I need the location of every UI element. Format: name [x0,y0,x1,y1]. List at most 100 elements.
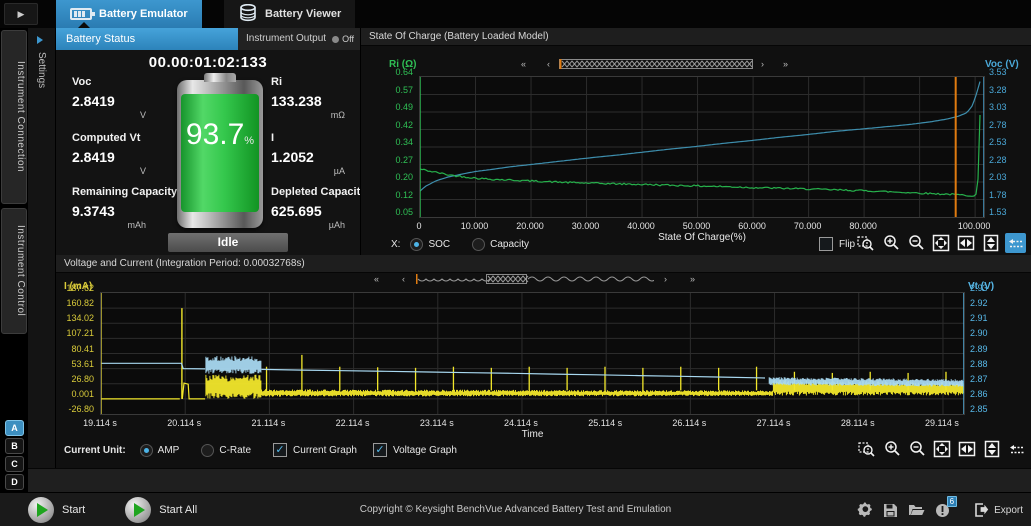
battery-status-header[interactable]: Battery Status [56,28,238,50]
scroll-left-icon[interactable]: ‹ [547,59,550,69]
sidebar-item-instrument-control[interactable]: Instrument Control [1,208,27,334]
tick-label: 22.114 s [336,418,370,428]
settings-gear-icon[interactable] [857,502,873,518]
tick-label: 2.88 [970,359,988,369]
capacity-radio[interactable]: Capacity [472,238,529,251]
autoscale-icon[interactable] [1005,233,1026,253]
vi-plot-area[interactable] [100,292,965,415]
voltage-graph-checkbox[interactable]: ✓ [373,443,387,457]
stat-label: Remaining Capacity [72,186,177,198]
tick-label: 25.114 s [588,418,622,428]
channel-c-button[interactable]: C [5,456,24,472]
sidebar-item-settings[interactable]: Settings [36,52,47,88]
tick-label: 24.114 s [504,418,538,428]
scroll-right-icon[interactable]: › [664,274,667,284]
vi-chart-scrollbar[interactable]: « ‹ › » [374,273,704,285]
zoom-box-icon[interactable] [856,439,877,459]
scroll-far-right-icon[interactable]: » [783,59,788,69]
stat-value: 9.3743 [72,203,177,219]
scroll-track[interactable] [416,273,654,285]
sidebar-item-instrument-connection[interactable]: Instrument Connection [1,30,27,204]
tick-label: 53.61 [71,359,94,369]
scroll-track[interactable] [559,58,753,70]
expand-all-icon[interactable] [930,233,951,253]
tick-label: 3.03 [989,102,1007,112]
radio-label: C-Rate [219,445,251,456]
expand-vertical-icon[interactable] [981,439,1002,459]
scroll-far-left-icon[interactable]: « [521,59,526,69]
left-rail: Instrument Connection Instrument Control… [0,28,28,490]
tick-label: 23.114 s [420,418,454,428]
tick-label: 3.28 [989,85,1007,95]
bottom-spacer [28,468,1031,492]
soc-radio[interactable]: SOC [410,238,450,251]
soc-plot-area[interactable] [419,76,985,218]
tick-label: 2.90 [970,328,988,338]
checkbox-label: Voltage Graph [393,445,457,456]
autoscale-icon[interactable] [1006,439,1027,459]
zoom-box-icon[interactable] [855,233,876,253]
tick-label: 0.34 [395,137,413,147]
tick-label: 0.001 [71,389,94,399]
start-all-button[interactable]: Start All [125,497,197,523]
export-button[interactable]: Export [974,503,1023,517]
tick-label: 2.92 [970,298,988,308]
tick-label: 0.05 [395,207,413,217]
c-rate-radio[interactable]: C-Rate [201,444,251,457]
scroll-right-icon[interactable]: › [761,59,764,69]
soc-controls: X: SOC Capacity [391,234,551,254]
computed-vt-stat: Computed Vt 2.8419 V [72,132,146,176]
tick-label: 134.02 [66,313,94,323]
soc-chart-panel: State Of Charge (Battery Loaded Model) «… [360,28,1031,255]
stat-label: Voc [72,76,146,88]
zoom-in-icon[interactable] [881,439,902,459]
tick-label: -26.80 [68,404,94,414]
play-icon [125,497,151,523]
output-state-toggle[interactable]: Off [332,28,354,50]
zoom-in-icon[interactable] [880,233,901,253]
channel-b-button[interactable]: B [5,438,24,454]
scroll-left-icon[interactable]: ‹ [402,274,405,284]
zoom-out-icon[interactable] [905,233,926,253]
expand-horizontal-icon[interactable] [956,439,977,459]
zoom-out-icon[interactable] [906,439,927,459]
scroll-far-right-icon[interactable]: » [690,274,695,284]
start-button[interactable]: Start [28,497,85,523]
expand-arrow-icon[interactable] [37,36,43,44]
stat-unit: µA [271,166,345,176]
footer-bar: Start Start All Copyright © Keysight Ben… [0,492,1031,526]
soc-chart-scrollbar[interactable]: « ‹ › » [521,58,801,70]
tick-label: 27.114 s [757,418,791,428]
remaining-capacity-stat: Remaining Capacity 9.3743 mAh [72,186,177,230]
current-stat: I 1.2052 µA [271,132,345,176]
battery-status-panel: Battery Status Instrument Output Off 00.… [56,28,360,255]
save-icon[interactable] [883,503,898,518]
expand-all-icon[interactable] [931,439,952,459]
tab-battery-emulator[interactable]: Battery Emulator [56,0,202,28]
tick-label: 0.49 [395,102,413,112]
scroll-far-left-icon[interactable]: « [374,274,379,284]
battery-icon [70,8,92,20]
radio-label: Capacity [490,239,529,250]
stat-label: Depleted Capacity [271,186,366,198]
current-graph-checkbox[interactable]: ✓ [273,443,287,457]
battery-charge-graphic: 93.7% [177,80,263,228]
open-folder-icon[interactable] [908,503,925,517]
tick-label: 2.78 [989,120,1007,130]
stat-label: Ri [271,76,345,88]
amp-radio[interactable]: AMP [140,444,180,457]
flip-checkbox[interactable]: ✓ [819,237,833,251]
collapse-arrow-icon[interactable]: ▶ [4,3,38,25]
run-state-button[interactable]: Idle [168,233,288,252]
tick-label: 1.53 [989,207,1007,217]
channel-d-button[interactable]: D [5,474,24,490]
expand-vertical-icon[interactable] [980,233,1001,253]
tick-label: 20.114 s [167,418,201,428]
channel-a-button[interactable]: A [5,420,24,436]
alert-icon[interactable]: 6 [935,503,950,518]
instrument-output-header: Instrument Output Off [238,28,360,50]
tick-label: 2.03 [989,172,1007,182]
expand-horizontal-icon[interactable] [955,233,976,253]
radio-label: SOC [428,239,450,250]
tab-battery-viewer[interactable]: Battery Viewer [224,0,355,28]
